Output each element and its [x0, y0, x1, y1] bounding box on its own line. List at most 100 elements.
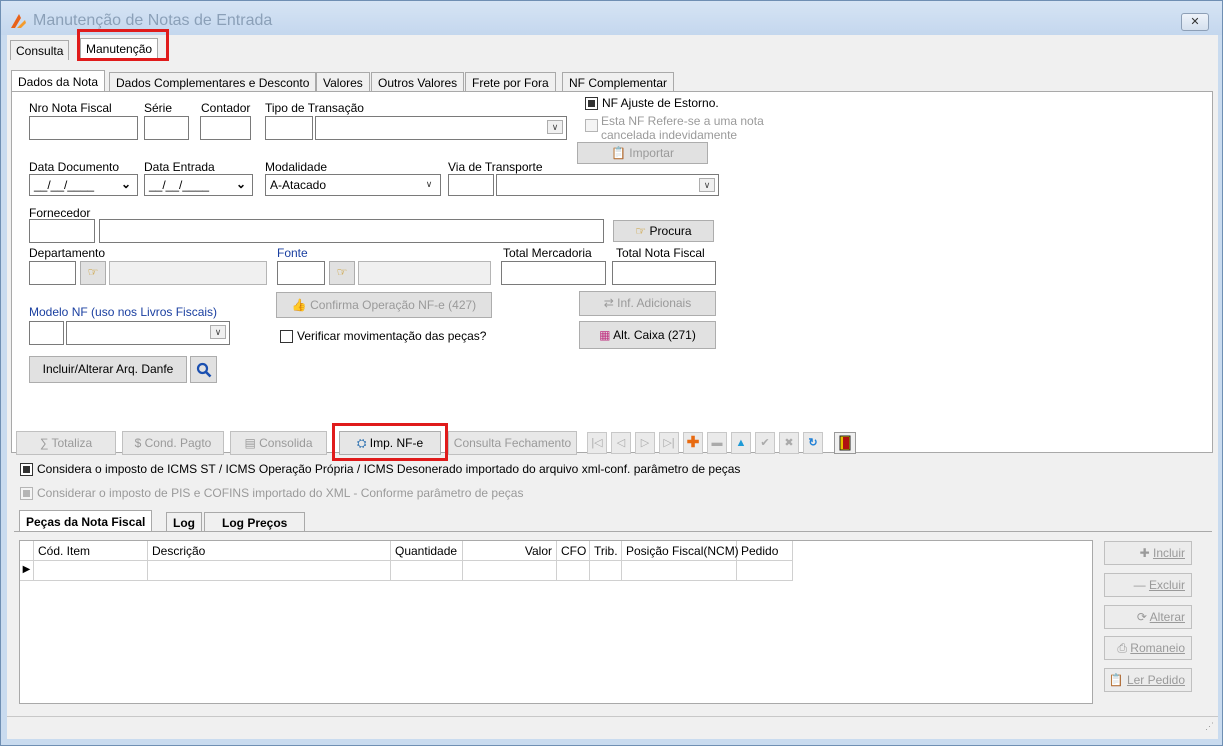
- column-header-quantidade[interactable]: Quantidade: [391, 541, 463, 561]
- total-nota-input[interactable]: [612, 261, 716, 285]
- tipo-transacao-select[interactable]: ∨: [315, 116, 567, 140]
- procura-button[interactable]: ☞ Procura: [613, 220, 714, 242]
- total-mercadoria-input[interactable]: [501, 261, 606, 285]
- data-entrada-value: __/__/____: [149, 178, 210, 192]
- modelo-nf-code-input[interactable]: [29, 321, 64, 345]
- next-record-button[interactable]: ▷: [635, 432, 655, 454]
- importar-button[interactable]: 📋 Importar: [577, 142, 708, 164]
- ler-pedido-button[interactable]: 📋 Ler Pedido: [1104, 668, 1192, 692]
- table-cell[interactable]: [557, 561, 590, 581]
- pointing-hand-icon: ☞: [635, 224, 647, 238]
- table-cell[interactable]: [391, 561, 463, 581]
- chevron-down-icon: ∨: [210, 325, 226, 339]
- search-button[interactable]: [190, 356, 217, 383]
- exit-button[interactable]: [834, 432, 856, 454]
- total-nota-label: Total Nota Fiscal: [616, 246, 705, 260]
- pointing-hand-icon: ☞: [336, 265, 348, 279]
- verificar-movimentacao-checkbox[interactable]: [280, 330, 293, 343]
- window-title: Manutenção de Notas de Entrada: [33, 12, 273, 29]
- cancel-record-button[interactable]: ✖: [779, 432, 799, 454]
- refresh-button[interactable]: ↻: [803, 432, 823, 454]
- alterar-item-button[interactable]: ⟳ Alterar: [1104, 605, 1192, 629]
- data-documento-picker[interactable]: __/__/____ ⌄: [29, 174, 138, 196]
- column-header-pedido[interactable]: Pedido: [737, 541, 793, 561]
- considerar-pis-checkbox[interactable]: [20, 487, 33, 500]
- search-icon: [196, 362, 211, 378]
- items-grid[interactable]: Cód. Item Descrição Quantidade Valor CFO…: [19, 540, 1093, 704]
- excluir-item-button[interactable]: — Excluir: [1104, 573, 1192, 597]
- considera-icms-checkbox[interactable]: [20, 463, 33, 476]
- inf-adicionais-label: Inf. Adicionais: [617, 296, 692, 310]
- last-record-button[interactable]: ▷|: [659, 432, 679, 454]
- incluir-item-button[interactable]: ✚ Incluir: [1104, 541, 1192, 565]
- serie-label: Série: [144, 101, 173, 115]
- total-mercadoria-label: Total Mercadoria: [503, 246, 592, 260]
- column-header-cod-item[interactable]: Cód. Item: [34, 541, 148, 561]
- tipo-transacao-code-input[interactable]: [265, 116, 313, 140]
- serie-input[interactable]: [144, 116, 189, 140]
- nf-refere-label-line1: Esta NF Refere-se a uma nota: [601, 114, 764, 128]
- departamento-code-input[interactable]: [29, 261, 76, 285]
- column-header-descricao[interactable]: Descrição: [148, 541, 391, 561]
- data-entrada-picker[interactable]: __/__/____ ⌄: [144, 174, 253, 196]
- departamento-label: Departamento: [29, 246, 106, 260]
- tab-consulta[interactable]: Consulta: [10, 40, 70, 60]
- fonte-label: Fonte: [277, 246, 308, 260]
- resize-grip-icon[interactable]: ⋰: [1205, 721, 1214, 732]
- fonte-lookup-button[interactable]: ☞: [329, 261, 355, 285]
- consulta-fechamento-button[interactable]: Consulta Fechamento: [448, 431, 577, 455]
- fornecedor-name-input[interactable]: [99, 219, 604, 243]
- column-header-valor[interactable]: Valor: [463, 541, 557, 561]
- considerar-pis-label: Considerar o imposto de PIS e COFINS imp…: [37, 486, 524, 500]
- column-header-trib[interactable]: Trib.: [590, 541, 622, 561]
- prior-record-button[interactable]: ◁: [611, 432, 631, 454]
- cond-pagto-button[interactable]: $ Cond. Pagto: [122, 431, 224, 455]
- post-record-button[interactable]: ✔: [755, 432, 775, 454]
- insert-record-button[interactable]: ✚: [683, 432, 703, 454]
- consolida-button[interactable]: ▤ Consolida: [230, 431, 327, 455]
- column-header-ncm[interactable]: Posição Fiscal(NCM): [622, 541, 739, 561]
- first-record-button[interactable]: |◁: [587, 432, 607, 454]
- alt-caixa-button[interactable]: ▦ Alt. Caixa (271): [579, 321, 716, 349]
- subtab-valores[interactable]: Valores: [316, 72, 370, 92]
- table-cell[interactable]: [622, 561, 737, 581]
- subtab-frete-por-fora[interactable]: Frete por Fora: [465, 72, 556, 92]
- modelo-nf-select[interactable]: ∨: [66, 321, 230, 345]
- subtab-nf-complementar[interactable]: NF Complementar: [562, 72, 675, 92]
- table-cell[interactable]: [737, 561, 793, 581]
- table-cell[interactable]: [148, 561, 391, 581]
- table-cell[interactable]: [34, 561, 148, 581]
- edit-record-button[interactable]: ▲: [731, 432, 751, 454]
- via-transporte-select[interactable]: ∨: [496, 174, 719, 196]
- nro-nota-input[interactable]: [29, 116, 138, 140]
- nf-ajuste-checkbox[interactable]: [585, 97, 598, 110]
- subtab-outros-valores[interactable]: Outros Valores: [371, 72, 465, 92]
- subtab-dados-complementares[interactable]: Dados Complementares e Desconto: [109, 72, 317, 92]
- highlight-box-manutencao: [77, 29, 169, 61]
- departamento-lookup-button[interactable]: ☞: [80, 261, 106, 285]
- romaneio-button[interactable]: ⎙ Romaneio: [1104, 636, 1192, 660]
- fornecedor-code-input[interactable]: [29, 219, 95, 243]
- incluir-danfe-button[interactable]: Incluir/Alterar Arq. Danfe: [29, 356, 187, 383]
- confirma-label: Confirma Operação NF-e (427): [310, 298, 477, 312]
- alt-caixa-label: Alt. Caixa (271): [613, 328, 696, 342]
- via-transporte-code-input[interactable]: [448, 174, 494, 196]
- modalidade-select[interactable]: A-Atacado ∨: [265, 174, 441, 196]
- delete-record-button[interactable]: ▬: [707, 432, 727, 454]
- contador-input[interactable]: [200, 116, 251, 140]
- totaliza-button[interactable]: ∑ Totaliza: [16, 431, 116, 455]
- confirma-operacao-button[interactable]: 👍 Confirma Operação NF-e (427): [276, 292, 492, 318]
- subtab-dados-da-nota[interactable]: Dados da Nota: [11, 70, 106, 92]
- table-cell[interactable]: [463, 561, 557, 581]
- fonte-code-input[interactable]: [277, 261, 325, 285]
- prior-icon: ◁: [616, 437, 626, 449]
- table-cell[interactable]: [590, 561, 622, 581]
- column-header-cfo[interactable]: CFO: [557, 541, 590, 561]
- tab-log-precos[interactable]: Log Preços: [204, 512, 306, 532]
- nf-refere-checkbox[interactable]: [585, 119, 598, 132]
- tab-pecas-nota-fiscal[interactable]: Peças da Nota Fiscal: [19, 510, 153, 532]
- close-button[interactable]: ✕: [1181, 13, 1209, 31]
- tab-log[interactable]: Log: [166, 512, 202, 532]
- status-bar: ⋰: [7, 716, 1218, 736]
- inf-adicionais-button[interactable]: ⇄ Inf. Adicionais: [579, 291, 716, 316]
